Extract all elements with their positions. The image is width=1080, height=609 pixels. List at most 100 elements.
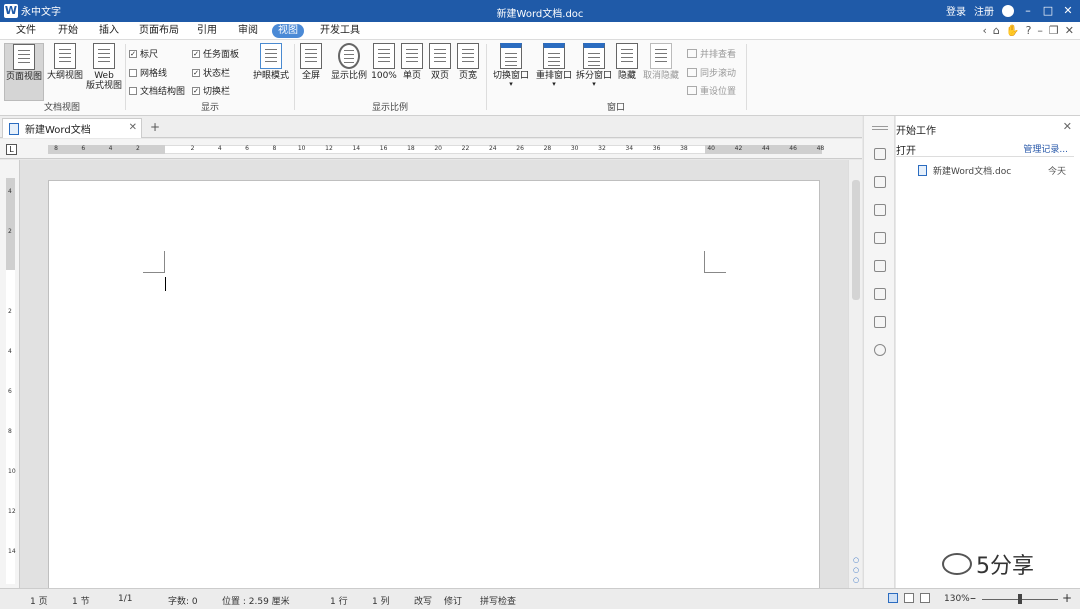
task-pane-title: 开始工作 [896, 126, 936, 137]
menu-lines-icon[interactable] [872, 126, 888, 127]
vertical-ruler[interactable]: 4 2 2 4 6 8 10 12 14 [0, 160, 20, 588]
ruler-tick: 22 [461, 145, 470, 152]
pen-icon[interactable] [874, 148, 886, 160]
login-link[interactable]: 登录 [946, 3, 966, 18]
task-pane-close-icon[interactable]: ✕ [1063, 120, 1072, 133]
close-icon[interactable]: ✕ [1062, 4, 1074, 18]
reset-position-icon [687, 86, 697, 95]
status-revise[interactable]: 修订 [444, 594, 462, 607]
hide-window-button[interactable]: 隐藏 [615, 43, 639, 81]
minimize-icon[interactable]: – [1022, 4, 1034, 18]
web-view-status-icon[interactable] [920, 593, 930, 603]
zoom-in-icon[interactable]: + [1062, 591, 1072, 605]
page-width-button[interactable]: 页宽 [455, 43, 481, 81]
user-avatar-icon[interactable] [1002, 4, 1014, 17]
close-tab-icon[interactable]: ✕ [129, 122, 137, 133]
fullscreen-button[interactable]: 全屏 [297, 43, 325, 81]
arrange-window-icon [543, 43, 565, 69]
zoom-slider-thumb[interactable] [1018, 594, 1022, 604]
status-word-count[interactable]: 字数: 0 [168, 594, 198, 607]
page-view-button[interactable]: 页面视图 [4, 43, 44, 101]
tab-page-layout[interactable]: 页面布局 [133, 24, 185, 38]
lock-icon[interactable] [874, 232, 886, 244]
outline-view-status-icon[interactable] [904, 593, 914, 603]
hide-window-icon [616, 43, 638, 69]
check-icon: ✓ [129, 49, 137, 58]
status-overwrite[interactable]: 改写 [414, 594, 432, 607]
ribbon-close-icon[interactable]: ✕ [1065, 24, 1074, 37]
web-view-button[interactable]: Web 版式视图 [84, 43, 124, 91]
help-icon[interactable]: ? [1026, 24, 1032, 37]
recent-file-item[interactable]: 新建Word文档.doc 今天 [918, 164, 1066, 177]
two-pages-button[interactable]: 双页 [427, 43, 453, 81]
doc-structure-checkbox[interactable]: 文档结构图 [129, 84, 185, 97]
unhide-window-button[interactable]: 取消隐藏 [641, 43, 681, 81]
tab-insert[interactable]: 插入 [93, 24, 125, 38]
maximize-icon[interactable]: □ [1042, 4, 1054, 18]
outline-view-button[interactable]: 大纲视图 [46, 43, 84, 81]
switch-window-button[interactable]: 切换窗口 ▾ [489, 43, 533, 88]
side-by-side-button[interactable]: 并排查看 [687, 47, 736, 60]
back-icon[interactable]: ‹ [982, 24, 986, 37]
status-pages: 1/1 [118, 594, 133, 604]
ruler-tick: 46 [789, 145, 797, 152]
hand-icon[interactable]: ✋ [1006, 24, 1020, 37]
ruler-checkbox[interactable]: ✓ 标尺 [129, 47, 158, 60]
document-icon [9, 122, 19, 135]
copy-icon[interactable] [874, 288, 886, 300]
horizontal-ruler[interactable]: L 8 6 4 2 2 4 6 8 10 12 14 16 18 20 22 24 26 28 30 32 34 36 38… [0, 139, 862, 159]
document-page[interactable] [48, 180, 820, 592]
sync-scroll-button[interactable]: 同步滚动 [687, 66, 736, 79]
new-tab-icon[interactable]: + [150, 120, 160, 134]
zoom-button[interactable]: 显示比例 [329, 43, 369, 81]
tab-file[interactable]: 文件 [10, 24, 42, 38]
ruler-tick: 26 [516, 145, 524, 152]
tab-developer[interactable]: 开发工具 [314, 24, 366, 38]
manage-records-link[interactable]: 管理记录... [1023, 142, 1068, 155]
next-page-icon[interactable]: ○ [851, 576, 861, 585]
tab-view[interactable]: 视图 [272, 24, 304, 38]
split-window-button[interactable]: 拆分窗口 ▾ [575, 43, 613, 88]
ruler-tick: 4 [108, 145, 113, 152]
ruler-tick: 18 [407, 145, 415, 152]
prev-page-icon[interactable]: ○ [851, 556, 861, 565]
tab-references[interactable]: 引用 [191, 24, 223, 38]
status-bar-checkbox[interactable]: ✓ 状态栏 [192, 66, 230, 79]
ribbon-minimize-icon[interactable]: – [1037, 24, 1043, 37]
clipboard-icon[interactable] [874, 260, 886, 272]
reset-position-button[interactable]: 重设位置 [687, 84, 736, 97]
eye-mode-button[interactable]: 护眼模式 [250, 43, 292, 81]
layout-icon[interactable] [874, 204, 886, 216]
browse-object-icon[interactable]: ○ [851, 566, 861, 575]
vertical-scrollbar[interactable]: ○ ○ ○ [848, 160, 862, 588]
tab-review[interactable]: 审阅 [232, 24, 264, 38]
vertical-ruler-tick: 2 [8, 228, 12, 235]
scrollbar-thumb[interactable] [852, 180, 860, 300]
switch-bar-checkbox[interactable]: ✓ 切换栏 [192, 84, 230, 97]
tab-home[interactable]: 开始 [52, 24, 84, 38]
task-pane-checkbox[interactable]: ✓ 任务面板 [192, 47, 239, 60]
zoom-100-button[interactable]: 100% [371, 43, 397, 81]
gridlines-checkbox[interactable]: 网格线 [129, 66, 167, 79]
ribbon-restore-icon[interactable]: ❐ [1049, 24, 1059, 37]
arrange-window-button[interactable]: 重排窗口 ▾ [535, 43, 573, 88]
document-tab-bar: 新建Word文档 ✕ + [0, 116, 862, 138]
zoom-out-icon[interactable]: – [970, 591, 976, 605]
group-label-show: 显示 [200, 103, 219, 113]
single-page-button[interactable]: 单页 [399, 43, 425, 81]
vertical-ruler-tick: 4 [8, 348, 12, 355]
help-circle-icon[interactable] [874, 344, 886, 356]
tab-stop-selector[interactable]: L [6, 144, 17, 155]
status-spellcheck[interactable]: 拼写检查 [480, 594, 516, 607]
adjust-icon[interactable] [874, 176, 886, 188]
wechat-icon [942, 553, 972, 575]
register-link[interactable]: 注册 [974, 3, 994, 18]
home-icon[interactable]: ⌂ [993, 24, 1000, 37]
ruler-tick: 24 [488, 145, 497, 152]
two-pages-icon [429, 43, 451, 69]
page-view-status-icon[interactable] [888, 593, 898, 603]
edit-icon[interactable] [874, 316, 886, 328]
ribbon: 页面视图 大纲视图 Web 版式视图 文档视图 ✓ 标尺 网格线 文档结构图 ✓ 任… [0, 40, 1080, 116]
document-tab[interactable]: 新建Word文档 ✕ [2, 118, 142, 138]
switch-window-icon [500, 43, 522, 69]
